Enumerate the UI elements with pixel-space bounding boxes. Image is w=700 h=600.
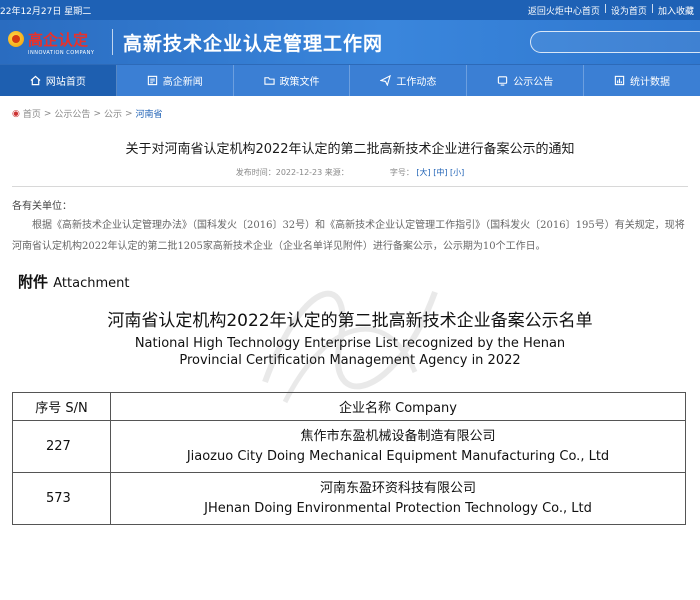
logo-mark-icon [8,31,24,47]
list-title-en-line1: National High Technology Enterprise List… [134,336,566,351]
folder-icon [263,75,275,86]
current-date: 22年12月27日 星期二 [0,6,92,17]
breadcrumb-separator: > [125,108,133,119]
nav-label: 统计数据 [630,77,671,88]
nav-item-work-updates[interactable]: 工作动态 [350,65,468,96]
search-input[interactable] [530,31,700,53]
breadcrumb-announcements[interactable]: 公示公告 [54,107,90,120]
add-favorite-link[interactable]: 加入收藏 [658,4,694,17]
back-to-torch-center-link[interactable]: 返回火炬中心首页 [528,4,600,17]
header-divider [112,29,113,55]
logo-subtitle: INNOVATION COMPANY [28,49,95,56]
set-homepage-link[interactable]: 设为首页 [611,4,647,17]
cell-sn: 227 [12,420,111,473]
list-title-en: National High Technology Enterprise List… [12,335,688,369]
nav-label: 网站首页 [45,77,86,88]
breadcrumb-home[interactable]: 首页 [23,107,41,120]
top-links: 返回火炬中心首页 | 设为首页 | 加入收藏 [528,4,694,17]
breadcrumb: ◉ 首页 > 公示公告 > 公示 > 河南省 [12,107,688,121]
salutation: 各有关单位： [12,201,72,212]
site-title: 高新技术企业认定管理工作网 [123,32,384,55]
publish-date: 发布时间：2022-12-23 来源： [235,168,349,177]
company-name-cn: 焦作市东盈机械设备制造有限公司 [300,428,496,444]
separator: | [603,3,607,14]
nav-item-policy[interactable]: 政策文件 [234,65,351,96]
font-size-large-link[interactable]: [大] [416,168,430,177]
send-icon [380,75,392,86]
article-paragraph: 根据《高新技术企业认定管理办法》（国科发火〔2016〕32号）和《高新技术企业认… [12,220,685,252]
breadcrumb-separator: > [43,108,52,119]
nav-item-news[interactable]: 高企新闻 [117,65,234,96]
nav-label: 公示公告 [513,77,554,88]
attachment-label-en: Attachment [53,276,130,291]
news-icon [147,75,158,86]
nav-item-statistics[interactable]: 统计数据 [584,65,700,96]
separator: | [650,3,654,14]
stats-icon [614,75,625,86]
font-size-medium-link[interactable]: [中] [433,168,447,177]
nav-item-announcements[interactable]: 公示公告 [467,65,585,96]
company-name-en: Jiaozuo City Doing Mechanical Equipment … [186,448,610,464]
enterprise-table: 序号 S/N 企业名称 Company 227 焦作市东盈机械设备制造有限公司 … [12,392,686,525]
font-size-small-link[interactable]: [小] [450,168,464,177]
cell-sn: 573 [12,472,111,525]
top-bar: 22年12月27日 星期二 返回火炬中心首页 | 设为首页 | 加入收藏 [0,0,700,20]
logo-text: 高企认定 [28,30,89,49]
attachment-label: 附件 Attachment [18,271,688,292]
nav-item-home[interactable]: 网站首页 [0,65,117,96]
table-row: 227 焦作市东盈机械设备制造有限公司 Jiaozuo City Doing M… [12,420,686,473]
company-name-cn: 河南东盈环资科技有限公司 [319,480,476,496]
main-content: ◉ 首页 > 公示公告 > 公示 > 河南省 关于对河南省认定机构2022年认定… [0,107,700,525]
article-title: 关于对河南省认定机构2022年认定的第二批高新技术企业进行备案公示的通知 [125,142,575,157]
site-logo[interactable]: 高企认定 INNOVATION COMPANY [0,29,108,56]
breadcrumb-public-notice[interactable]: 公示 [104,107,122,120]
location-pin-icon: ◉ [12,108,20,119]
table-header-row: 序号 S/N 企业名称 Company [12,392,686,421]
company-name-en: JHenan Doing Environmental Protection Te… [204,500,592,516]
nav-label: 工作动态 [396,77,437,88]
list-title-en-line2: Provincial Certification Management Agen… [179,353,521,368]
list-title-cn: 河南省认定机构2022年认定的第二批高新技术企业备案公示名单 [107,311,593,331]
cell-company: 焦作市东盈机械设备制造有限公司 Jiaozuo City Doing Mecha… [110,420,686,473]
header-sn: 序号 S/N [12,392,111,421]
attachment-label-cn: 附件 [18,273,49,291]
breadcrumb-henan[interactable]: 河南省 [136,107,163,120]
article-meta: 发布时间：2022-12-23 来源： 字号： [大] [中] [小] [12,167,688,178]
home-icon [30,75,41,86]
cell-company: 河南东盈环资科技有限公司 JHenan Doing Environmental … [110,472,686,525]
header-company: 企业名称 Company [110,392,686,421]
divider [12,186,688,187]
nav-label: 高企新闻 [162,77,203,88]
site-header: 高企认定 INNOVATION COMPANY 高新技术企业认定管理工作网 [0,20,700,64]
font-size-label: 字号： [389,168,414,177]
nav-label: 政策文件 [279,77,320,88]
breadcrumb-separator: > [93,108,101,119]
main-nav: 网站首页 高企新闻 政策文件 工作动态 公示公告 统计数据 [0,64,700,96]
announcement-icon [497,75,508,86]
table-row: 573 河南东盈环资科技有限公司 JHenan Doing Environmen… [12,472,686,525]
